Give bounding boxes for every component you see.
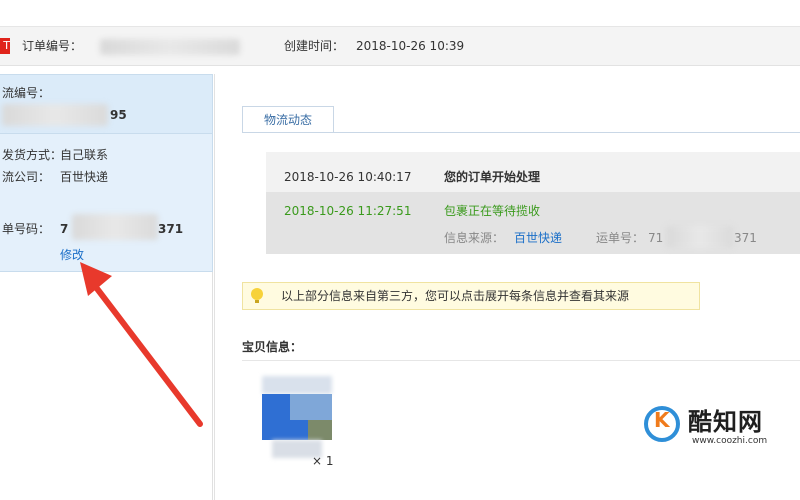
tab-logistics-tracking[interactable]: 物流动态 bbox=[242, 106, 334, 133]
notice-text: 以上部分信息来自第三方，您可以点击展开每条信息并查看其来源 bbox=[281, 289, 630, 303]
tracking-number-tail: 95 bbox=[110, 108, 127, 122]
tracking-number-label: 流编号： bbox=[2, 86, 51, 100]
logistics-company-value: 百世快递 bbox=[60, 170, 109, 184]
tab-underline bbox=[242, 132, 800, 133]
left-column-blank bbox=[0, 272, 213, 500]
source-value-link[interactable]: 百世快递 bbox=[514, 229, 562, 247]
created-time-value: 2018-10-26 10:39 bbox=[356, 39, 465, 53]
log-time: 2018-10-26 10:40:17 bbox=[284, 170, 412, 184]
coozhi-name: 酷知网 bbox=[688, 408, 763, 436]
coozhi-watermark: K 酷知网 www.coozhi.com bbox=[640, 400, 800, 456]
waybill-number-head: 7 bbox=[60, 222, 69, 236]
waybill-label-log: 运单号： bbox=[596, 231, 645, 245]
ship-method-label: 发货方式： bbox=[2, 148, 63, 162]
goods-divider bbox=[242, 360, 800, 361]
third-party-notice: 以上部分信息来自第三方，您可以点击展开每条信息并查看其来源 bbox=[242, 282, 700, 310]
coozhi-url: www.coozhi.com bbox=[692, 436, 768, 446]
log-time-latest: 2018-10-26 11:27:51 bbox=[284, 204, 412, 218]
edit-waybill-link[interactable]: 修改 bbox=[60, 246, 84, 263]
log-text-latest: 包裹正在等待揽收 bbox=[444, 204, 541, 218]
ship-method-value: 自己联系 bbox=[60, 148, 109, 162]
waybill-number-label: 单号码： bbox=[2, 222, 51, 236]
waybill-tail-log: 371 bbox=[734, 231, 757, 245]
waybill-redacted-log bbox=[666, 226, 734, 248]
logistics-company-label: 流公司： bbox=[2, 170, 51, 184]
product-quantity: × 1 bbox=[312, 454, 334, 468]
created-time-label: 创建时间： bbox=[284, 39, 345, 53]
order-number-label: 订单编号： bbox=[22, 39, 83, 53]
waybill-number-redacted bbox=[72, 214, 158, 240]
tracking-number-redacted bbox=[2, 104, 108, 126]
lightbulb-icon bbox=[251, 288, 263, 303]
order-header-bar: T 订单编号： 创建时间： 2018-10-26 10:39 bbox=[0, 26, 800, 66]
brand-badge: T bbox=[0, 38, 10, 54]
coozhi-logo-letter: K bbox=[654, 408, 670, 432]
log-text: 您的订单开始处理 bbox=[444, 170, 541, 184]
goods-info-title: 宝贝信息： bbox=[242, 340, 303, 354]
order-number-redacted bbox=[100, 39, 240, 55]
product-thumbnail[interactable] bbox=[262, 374, 332, 458]
waybill-number-tail: 371 bbox=[158, 222, 184, 236]
source-label: 信息来源： bbox=[444, 231, 505, 245]
waybill-head-log: 71 bbox=[648, 231, 664, 245]
